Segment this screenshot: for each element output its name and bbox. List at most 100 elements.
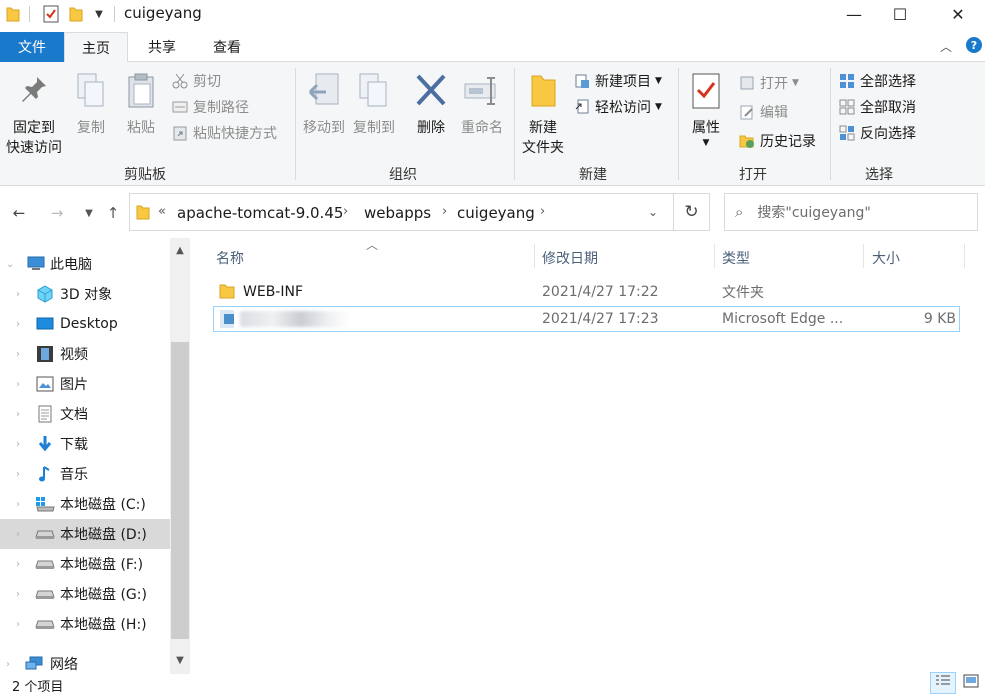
expand-chevron-icon[interactable]: › (6, 659, 10, 670)
help-icon[interactable]: ? (966, 37, 982, 53)
new-folder-quick-icon[interactable] (66, 4, 86, 24)
customize-toolbar-icon[interactable]: ▼ (92, 4, 106, 24)
column-divider[interactable] (534, 244, 535, 268)
sidebar-item-drive-h[interactable]: › 本地磁盘 (H:) (0, 609, 170, 639)
column-header-name[interactable]: 名称 (216, 246, 244, 270)
sidebar-scrollbar-thumb[interactable] (171, 342, 189, 639)
sidebar-item-videos[interactable]: › 视频 (0, 339, 170, 369)
large-icons-view-icon (963, 674, 979, 692)
sidebar-item-label: 图片 (60, 377, 88, 393)
select-all-button[interactable]: 全部选择 (838, 70, 916, 92)
properties-button[interactable]: 属性 ▼ (686, 72, 726, 148)
expand-chevron-icon[interactable]: › (16, 379, 20, 390)
easy-access-button[interactable]: 轻松访问 ▼ (573, 96, 662, 118)
sidebar-item-label: 文档 (60, 407, 88, 423)
up-arrow-icon[interactable]: ↑ (102, 202, 124, 224)
column-divider[interactable] (863, 244, 864, 268)
expand-chevron-icon[interactable]: › (16, 619, 20, 630)
expand-chevron-icon[interactable]: ⌄ (6, 259, 14, 270)
sidebar-item-drive-f[interactable]: › 本地磁盘 (F:) (0, 549, 170, 579)
address-dropdown-icon[interactable]: ⌄ (648, 205, 658, 219)
breadcrumb-chevron-icon[interactable]: › (343, 204, 348, 219)
clipboard-group-label: 剪贴板 (124, 167, 166, 183)
tab-file[interactable]: 文件 (0, 32, 64, 62)
file-row[interactable]: WEB-INF 2021/4/27 17:22 文件夹 (213, 279, 960, 305)
select-none-button[interactable]: 全部取消 (838, 96, 916, 118)
details-view-button[interactable] (930, 672, 956, 694)
column-header-modified[interactable]: 修改日期 (542, 246, 598, 270)
sidebar-item-drive-c[interactable]: › 本地磁盘 (C:) (0, 489, 170, 519)
expand-chevron-icon[interactable]: › (16, 499, 20, 510)
scroll-down-icon[interactable]: ▼ (170, 650, 190, 670)
column-divider[interactable] (714, 244, 715, 268)
copy-path-button[interactable]: 复制路径 (171, 96, 249, 118)
cut-button[interactable]: 剪切 (171, 70, 221, 92)
large-icons-view-button[interactable] (958, 672, 984, 694)
expand-chevron-icon[interactable]: › (16, 349, 20, 360)
delete-button[interactable]: 删除 (410, 72, 452, 138)
expand-chevron-icon[interactable]: › (16, 319, 20, 330)
sidebar-item-pictures[interactable]: › 图片 (0, 369, 170, 399)
pin-quick-access-button[interactable]: 固定到 快速访问 (4, 74, 64, 158)
breadcrumb-overflow[interactable]: « (158, 204, 166, 219)
file-modified: 2021/4/27 17:22 (542, 284, 659, 300)
invert-selection-button[interactable]: 反向选择 (838, 122, 916, 144)
history-button[interactable]: 历史记录 (738, 130, 816, 152)
refresh-button[interactable]: ↻ (674, 193, 710, 231)
sidebar-item-3d-objects[interactable]: › 3D 对象 (0, 279, 170, 309)
expand-chevron-icon[interactable]: › (16, 469, 20, 480)
ribbon-tabs: 文件 主页 共享 查看 ︿ ? (0, 32, 985, 63)
file-row[interactable]: 2021/4/27 17:23 Microsoft Edge ... 9 KB (213, 306, 960, 332)
tab-view[interactable]: 查看 (194, 32, 260, 62)
rename-button[interactable]: 重命名 (456, 72, 508, 138)
column-header-type[interactable]: 类型 (722, 246, 750, 270)
new-folder-button[interactable]: 新建 文件夹 (518, 72, 568, 158)
close-button[interactable]: ✕ (935, 0, 981, 28)
scroll-up-icon[interactable]: ▲ (170, 240, 190, 260)
back-arrow-icon[interactable]: ← (8, 202, 30, 224)
breadcrumb-chevron-icon[interactable]: › (442, 204, 447, 219)
folder-icon (219, 282, 235, 304)
tab-share[interactable]: 共享 (130, 32, 194, 62)
tab-home[interactable]: 主页 (64, 32, 128, 63)
paste-shortcut-button[interactable]: 粘贴快捷方式 (171, 122, 277, 144)
recent-locations-chevron-icon[interactable]: ▼ (78, 202, 100, 224)
maximize-button[interactable]: ☐ (877, 0, 923, 28)
expand-chevron-icon[interactable]: › (16, 529, 20, 540)
collapse-ribbon-icon[interactable]: ︿ (940, 38, 952, 55)
paste-shortcut-icon (171, 124, 189, 142)
paste-shortcut-label: 粘贴快捷方式 (193, 126, 277, 142)
breadcrumb-item[interactable]: apache-tomcat-9.0.45 (177, 204, 343, 222)
breadcrumb-item[interactable]: cuigeyang (457, 204, 535, 222)
open-button[interactable]: 打开 ▼ (738, 72, 799, 94)
paste-button[interactable]: 粘贴 (120, 72, 162, 138)
breadcrumb-chevron-icon[interactable]: › (540, 204, 545, 219)
column-header-size[interactable]: 大小 (872, 246, 900, 270)
sidebar-item-this-pc[interactable]: ⌄ 此电脑 (0, 249, 170, 279)
sidebar-item-downloads[interactable]: › 下载 (0, 429, 170, 459)
minimize-button[interactable]: — (831, 0, 877, 28)
address-bar[interactable]: « apache-tomcat-9.0.45 › webapps › cuige… (129, 193, 674, 231)
sidebar-item-drive-d[interactable]: › 本地磁盘 (D:) (0, 519, 170, 549)
copy-button[interactable]: 复制 (70, 72, 112, 138)
expand-chevron-icon[interactable]: › (16, 589, 20, 600)
easy-access-dropdown-icon: ▼ (655, 102, 662, 112)
expand-chevron-icon[interactable]: › (16, 409, 20, 420)
copy-to-icon (356, 72, 392, 116)
expand-chevron-icon[interactable]: › (16, 559, 20, 570)
sidebar-item-music[interactable]: › 音乐 (0, 459, 170, 489)
expand-chevron-icon[interactable]: › (16, 289, 20, 300)
sidebar-item-drive-g[interactable]: › 本地磁盘 (G:) (0, 579, 170, 609)
forward-arrow-icon[interactable]: → (46, 202, 68, 224)
column-divider[interactable] (964, 244, 965, 268)
new-item-button[interactable]: 新建项目 ▼ (573, 70, 662, 92)
sidebar-item-desktop[interactable]: › Desktop (0, 309, 170, 339)
edit-button[interactable]: 编辑 (738, 101, 788, 123)
sidebar-item-documents[interactable]: › 文档 (0, 399, 170, 429)
properties-quick-icon[interactable] (40, 4, 62, 24)
breadcrumb-item[interactable]: webapps (364, 204, 431, 222)
expand-chevron-icon[interactable]: › (16, 439, 20, 450)
move-to-button[interactable]: 移动到 (300, 72, 348, 138)
copy-to-button[interactable]: 复制到 (350, 72, 398, 138)
search-input[interactable]: ⌕ 搜索"cuigeyang" (724, 193, 978, 231)
